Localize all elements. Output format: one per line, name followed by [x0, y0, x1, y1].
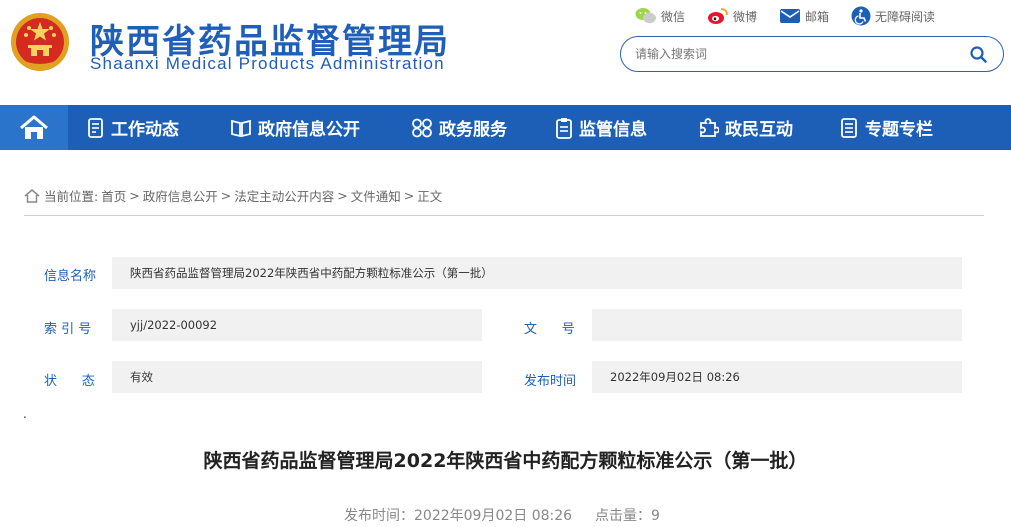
breadcrumb-item[interactable]: 文件通知	[351, 186, 401, 205]
nav-item-gov-services[interactable]: 政务服务	[411, 105, 507, 150]
folder-icon	[841, 117, 857, 138]
nav-item-special-topics[interactable]: 专题专栏	[839, 105, 933, 150]
nav-item-work-news[interactable]: 工作动态	[87, 105, 179, 150]
accessibility-icon	[851, 6, 871, 26]
breadcrumb-prefix: 当前位置:	[44, 189, 99, 204]
click-count-label: 点击量：	[594, 508, 651, 524]
book-icon	[231, 119, 251, 137]
info-docno-label: 文 号	[524, 322, 575, 337]
search-icon[interactable]	[970, 46, 987, 63]
click-count: 9	[650, 508, 660, 524]
breadcrumb-item: 正文	[417, 189, 443, 204]
nav-item-label: 政务服务	[439, 120, 507, 140]
clipboard-icon	[556, 117, 572, 139]
search-box	[620, 36, 1004, 72]
nav-item-label: 专题专栏	[865, 120, 933, 140]
info-name-value: 陕西省药品监督管理局2022年陕西省中药配方颗粒标准公示（第一批）	[112, 257, 962, 289]
top-links: 微信 微博 邮箱 无障碍阅读	[635, 6, 957, 26]
grid-icon	[412, 118, 432, 137]
search-input[interactable]	[635, 45, 955, 63]
article-meta: 发布时间：2022年09月02日 08:26 点击量：9	[344, 505, 660, 525]
publish-time: 2022年09月02日 08:26	[414, 508, 573, 524]
site-header: 陕西省药品监督管理局 Shaanxi Medical Products Admi…	[0, 0, 1011, 104]
accessibility-label: 无障碍阅读	[875, 9, 936, 24]
national-emblem-icon	[11, 13, 69, 71]
home-icon	[24, 188, 40, 203]
mail-link[interactable]: 邮箱	[779, 6, 829, 26]
nav-item-label: 工作动态	[111, 120, 179, 140]
site-logo-subtitle[interactable]: Shaanxi Medical Products Administration	[90, 54, 445, 74]
breadcrumb-separator: >	[337, 188, 348, 203]
wechat-label: 微信	[661, 9, 686, 24]
nav-item-label: 监管信息	[579, 120, 647, 140]
stray-dot: .	[23, 407, 27, 421]
nav-item-interaction[interactable]: 政民互动	[697, 105, 793, 150]
article-title: 陕西省药品监督管理局2022年陕西省中药配方颗粒标准公示（第一批）	[203, 450, 808, 472]
puzzle-icon	[700, 117, 719, 137]
info-index-label: 索 引 号	[44, 322, 92, 337]
breadcrumb-item[interactable]: 政府信息公开	[143, 186, 218, 205]
breadcrumb-separator: >	[129, 188, 140, 203]
publish-time-label: 发布时间：	[344, 508, 414, 524]
document-icon	[88, 117, 103, 138]
breadcrumb-item[interactable]: 首页	[101, 186, 126, 205]
info-status-value: 有效	[112, 361, 482, 393]
info-date-label: 发布时间	[524, 374, 577, 389]
home-icon	[20, 115, 48, 139]
info-status-label: 状 态	[44, 374, 95, 389]
weibo-label: 微博	[733, 9, 758, 24]
nav-item-label: 政府信息公开	[258, 120, 360, 140]
info-index-value: yjj/2022-00092	[112, 309, 482, 341]
weibo-link[interactable]: 微博	[707, 6, 757, 26]
accessibility-link[interactable]: 无障碍阅读	[851, 6, 935, 26]
breadcrumb-separator: >	[403, 188, 415, 203]
weibo-icon	[708, 8, 728, 24]
mail-label: 邮箱	[805, 9, 830, 24]
nav-item-label: 政民互动	[725, 120, 793, 140]
divider	[24, 215, 984, 216]
breadcrumb: 当前位置: 首页 > 政府信息公开 > 法定主动公开内容 > 文件通知 > 正文	[24, 186, 445, 205]
nav-item-gov-info[interactable]: 政府信息公开	[230, 105, 360, 150]
mail-icon	[780, 9, 801, 23]
main-nav: 工作动态 政府信息公开 政务服务 监管信息 政民互动 专题专栏	[0, 105, 1011, 150]
breadcrumb-item[interactable]: 法定主动公开内容	[234, 186, 334, 205]
breadcrumb-separator: >	[220, 188, 232, 203]
info-name-label: 信息名称	[44, 269, 97, 284]
wechat-link[interactable]: 微信	[635, 6, 685, 26]
info-docno-value	[592, 309, 962, 341]
wechat-icon	[635, 8, 656, 24]
info-date-value: 2022年09月02日 08:26	[592, 361, 962, 393]
nav-home[interactable]	[0, 105, 68, 150]
nav-item-supervision[interactable]: 监管信息	[555, 105, 647, 150]
